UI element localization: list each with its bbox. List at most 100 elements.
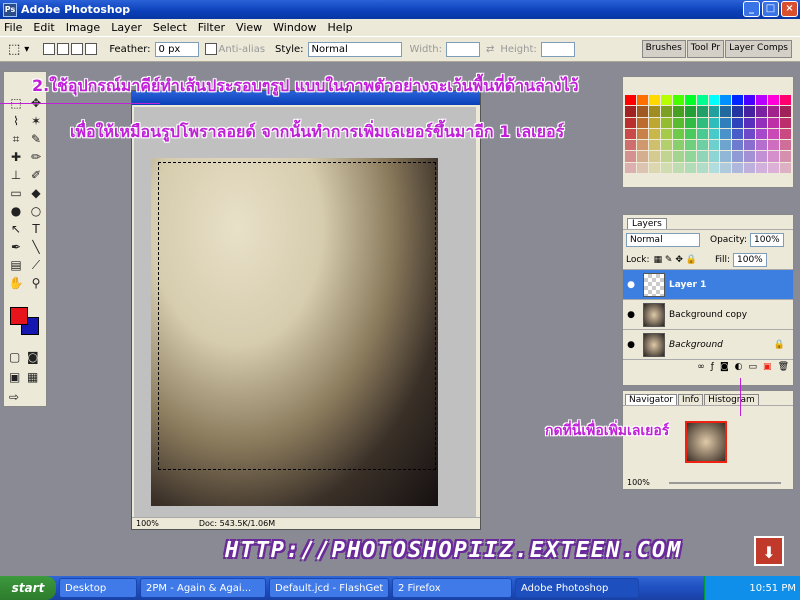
- swatch-cell[interactable]: [625, 162, 636, 173]
- path-selection-icon[interactable]: ↖: [6, 220, 26, 238]
- menu-select[interactable]: Select: [153, 21, 187, 34]
- quick-mask-icon[interactable]: ◙: [27, 348, 39, 366]
- swatch-cell[interactable]: [780, 128, 791, 140]
- swatch-cell[interactable]: [732, 162, 744, 173]
- menu-image[interactable]: Image: [66, 21, 100, 34]
- minimize-button[interactable]: _: [743, 1, 760, 17]
- swatch-cell[interactable]: [684, 162, 696, 173]
- preset-dropdown-arrow-icon[interactable]: ▾: [24, 44, 29, 55]
- swatch-cell[interactable]: [708, 128, 720, 140]
- swatch-cell[interactable]: [720, 162, 732, 173]
- swatch-cell[interactable]: [648, 106, 660, 117]
- info-tab[interactable]: Info: [678, 394, 704, 405]
- task-desktop[interactable]: Desktop: [59, 578, 137, 598]
- dodge-tool-icon[interactable]: ○: [26, 202, 46, 220]
- swatch-cell[interactable]: [648, 140, 660, 151]
- swatch-cell[interactable]: [708, 106, 720, 117]
- delete-layer-icon[interactable]: 🗑: [778, 362, 789, 372]
- swatch-cell[interactable]: [732, 95, 744, 106]
- swatch-grid[interactable]: [625, 95, 791, 173]
- screen-mode-icon[interactable]: ▣: [9, 368, 20, 386]
- swatch-cell[interactable]: [648, 162, 660, 173]
- swatch-cell[interactable]: [660, 151, 672, 162]
- feather-input[interactable]: 0 px: [154, 41, 199, 57]
- lasso-tool-icon[interactable]: ⌇: [6, 112, 26, 130]
- swatch-cell[interactable]: [708, 140, 720, 151]
- swatch-cell[interactable]: [648, 128, 660, 140]
- antialias-checkbox[interactable]: [204, 43, 217, 55]
- marquee-tool-preset-icon[interactable]: ⬚: [8, 42, 20, 57]
- crop-tool-icon[interactable]: ⌗: [6, 130, 26, 148]
- swatch-cell[interactable]: [780, 151, 791, 162]
- swatch-cell[interactable]: [636, 151, 648, 162]
- swatch-cell[interactable]: [768, 128, 780, 140]
- menu-layer[interactable]: Layer: [111, 21, 142, 34]
- swatch-cell[interactable]: [696, 95, 708, 106]
- swatch-cell[interactable]: [625, 151, 636, 162]
- swatch-cell[interactable]: [684, 140, 696, 151]
- layer-row-background[interactable]: ● Background 🔒: [623, 330, 793, 360]
- pen-tool-icon[interactable]: ✒: [6, 238, 26, 256]
- navigator-zoom[interactable]: 100%: [627, 478, 650, 487]
- paint-bucket-icon[interactable]: ◆: [26, 184, 46, 202]
- standard-mode-icon[interactable]: ▢: [9, 348, 20, 366]
- magic-wand-tool-icon[interactable]: ✶: [26, 112, 46, 130]
- foreground-color-swatch[interactable]: [10, 307, 28, 325]
- swatch-cell[interactable]: [625, 140, 636, 151]
- swatch-cell[interactable]: [744, 140, 756, 151]
- slice-tool-icon[interactable]: ✎: [26, 130, 46, 148]
- height-input[interactable]: [540, 41, 575, 57]
- swatch-cell[interactable]: [768, 162, 780, 173]
- swatch-cell[interactable]: [648, 95, 660, 106]
- zoom-level[interactable]: 100%: [136, 519, 159, 528]
- swatch-cell[interactable]: [660, 117, 672, 128]
- swatch-cell[interactable]: [720, 140, 732, 151]
- swatch-cell[interactable]: [636, 117, 648, 128]
- menu-filter[interactable]: Filter: [198, 21, 225, 34]
- swatch-cell[interactable]: [672, 128, 684, 140]
- swatch-cell[interactable]: [756, 162, 768, 173]
- swatch-cell[interactable]: [696, 140, 708, 151]
- subtract-selection-icon[interactable]: [71, 43, 84, 55]
- lock-icons[interactable]: ▦ ✎ ✥ 🔒: [654, 255, 697, 265]
- brush-tool-icon[interactable]: ✏: [26, 148, 46, 166]
- swatch-cell[interactable]: [708, 95, 720, 106]
- adjustment-layer-icon[interactable]: ◐: [735, 362, 743, 372]
- width-input[interactable]: [445, 41, 480, 57]
- healing-brush-icon[interactable]: ✚: [6, 148, 26, 166]
- swatch-cell[interactable]: [756, 117, 768, 128]
- swatch-cell[interactable]: [768, 95, 780, 106]
- swatch-cell[interactable]: [720, 128, 732, 140]
- swatch-cell[interactable]: [625, 128, 636, 140]
- swatch-cell[interactable]: [672, 106, 684, 117]
- swatch-cell[interactable]: [684, 106, 696, 117]
- swatch-cell[interactable]: [780, 140, 791, 151]
- hand-tool-icon[interactable]: ✋: [6, 274, 26, 292]
- swatch-cell[interactable]: [720, 106, 732, 117]
- menu-view[interactable]: View: [236, 21, 262, 34]
- visibility-eye-icon[interactable]: ●: [623, 280, 639, 290]
- notes-tool-icon[interactable]: ▤: [6, 256, 26, 274]
- palette-tab-brushes[interactable]: Brushes: [641, 40, 686, 58]
- swatch-cell[interactable]: [660, 140, 672, 151]
- new-layer-icon[interactable]: ▣: [763, 362, 772, 372]
- navigator-tab[interactable]: Navigator: [625, 394, 678, 405]
- fill-input[interactable]: 100%: [733, 252, 767, 267]
- swatch-cell[interactable]: [732, 140, 744, 151]
- visibility-eye-icon[interactable]: ●: [623, 340, 639, 350]
- menu-edit[interactable]: Edit: [33, 21, 54, 34]
- swatch-cell[interactable]: [720, 151, 732, 162]
- palette-tab-layer-comps[interactable]: Layer Comps: [725, 40, 792, 58]
- type-tool-icon[interactable]: T: [26, 220, 46, 238]
- new-group-icon[interactable]: ▭: [749, 362, 758, 372]
- swatch-cell[interactable]: [756, 128, 768, 140]
- task-flashget[interactable]: Default.jcd - FlashGet: [269, 578, 389, 598]
- swatch-cell[interactable]: [660, 128, 672, 140]
- layer-mask-icon[interactable]: ◙: [720, 362, 729, 372]
- swatch-cell[interactable]: [636, 95, 648, 106]
- zoom-tool-icon[interactable]: ⚲: [26, 274, 46, 292]
- style-select[interactable]: Normal: [307, 41, 402, 57]
- swatch-cell[interactable]: [684, 128, 696, 140]
- layer-row-background-copy[interactable]: ● Background copy: [623, 300, 793, 330]
- swatch-cell[interactable]: [768, 151, 780, 162]
